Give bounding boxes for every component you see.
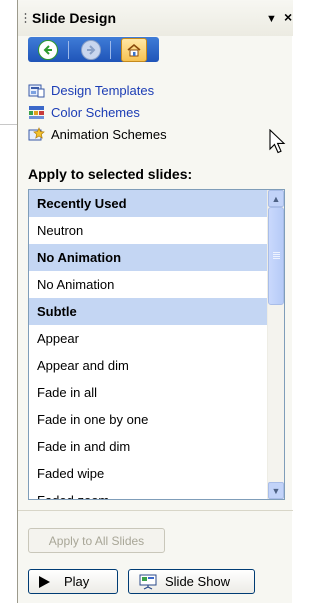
back-arrow-icon[interactable] bbox=[38, 40, 58, 60]
list-item[interactable]: Fade in all bbox=[29, 379, 269, 406]
list-item[interactable]: Appear bbox=[29, 325, 269, 352]
animation-schemes-link[interactable]: Animation Schemes bbox=[28, 125, 167, 143]
scroll-up-icon[interactable]: ▲ bbox=[268, 190, 284, 207]
color-schemes-label: Color Schemes bbox=[51, 104, 140, 120]
animation-schemes-list[interactable]: Recently Used Neutron No Animation No Anima… bbox=[28, 189, 285, 500]
list-group-header: Subtle bbox=[29, 298, 269, 325]
play-button[interactable]: Play bbox=[28, 569, 118, 594]
animation-schemes-label: Animation Schemes bbox=[51, 126, 167, 142]
list-group-header: No Animation bbox=[29, 244, 269, 271]
design-templates-label: Design Templates bbox=[51, 82, 155, 98]
color-schemes-icon bbox=[28, 105, 45, 120]
scroll-down-icon[interactable]: ▼ bbox=[268, 482, 284, 499]
list-item[interactable]: Fade in one by one bbox=[29, 406, 269, 433]
background-slide-edge bbox=[0, 124, 17, 125]
list-item[interactable]: Neutron bbox=[29, 217, 269, 244]
list-item[interactable]: Faded wipe bbox=[29, 460, 269, 487]
list-group-header: Recently Used bbox=[29, 190, 269, 217]
pane-menu-arrow-icon[interactable]: ▼ bbox=[266, 13, 277, 25]
scrollbar-grip-icon bbox=[273, 252, 280, 260]
play-icon bbox=[39, 575, 50, 588]
mouse-pointer-icon bbox=[269, 129, 286, 154]
list-item[interactable]: Appear and dim bbox=[29, 352, 269, 379]
color-schemes-link[interactable]: Color Schemes bbox=[28, 103, 140, 121]
scrollbar-thumb[interactable] bbox=[268, 207, 284, 305]
apply-to-all-slides-button[interactable]: Apply to All Slides bbox=[28, 528, 165, 553]
list-item[interactable]: No Animation bbox=[29, 271, 269, 298]
list-item[interactable]: Fade in and dim bbox=[29, 433, 269, 460]
toolbar-separator bbox=[68, 41, 69, 59]
design-templates-link[interactable]: Design Templates bbox=[28, 81, 154, 99]
play-button-label: Play bbox=[64, 574, 90, 589]
home-icon[interactable] bbox=[121, 38, 147, 62]
drag-grip-icon[interactable] bbox=[24, 12, 27, 25]
slide-design-task-pane: Slide Design ▼ × Design Templates Color … bbox=[17, 0, 293, 603]
slide-show-button[interactable]: Slide Show bbox=[128, 569, 255, 594]
slide-show-button-label: Slide Show bbox=[165, 574, 231, 589]
design-templates-icon bbox=[28, 83, 45, 98]
apply-to-selected-heading: Apply to selected slides: bbox=[28, 166, 193, 182]
bottom-divider bbox=[18, 510, 293, 511]
pane-navigation-toolbar bbox=[28, 37, 159, 62]
forward-arrow-icon[interactable] bbox=[81, 40, 101, 60]
slide-show-icon bbox=[139, 574, 157, 590]
list-item[interactable]: Faded zoom bbox=[29, 487, 269, 499]
toolbar-separator bbox=[110, 41, 111, 59]
vertical-scrollbar[interactable]: ▲ ▼ bbox=[267, 190, 284, 499]
pane-title-bar[interactable]: Slide Design ▼ × bbox=[18, 0, 293, 36]
close-icon[interactable]: × bbox=[284, 9, 292, 25]
list-items: Recently Used Neutron No Animation No Anima… bbox=[29, 190, 269, 499]
pane-title: Slide Design bbox=[32, 10, 117, 26]
animation-schemes-icon bbox=[28, 126, 45, 142]
